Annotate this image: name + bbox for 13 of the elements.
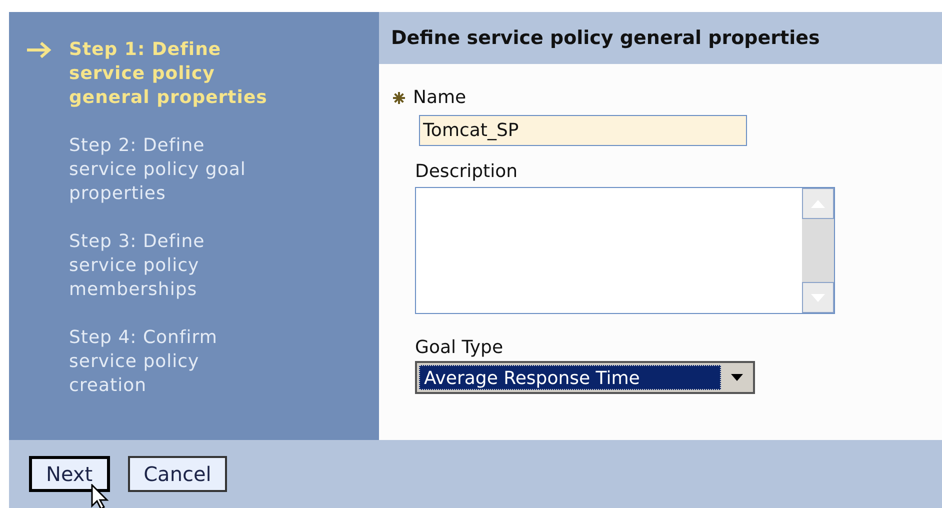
panel-header: Define service policy general properties xyxy=(379,12,942,64)
wizard-button[interactable]: Next xyxy=(29,456,110,492)
field-label: Name xyxy=(413,86,466,110)
cursor-icon xyxy=(91,484,109,508)
name-field[interactable]: Tomcat_SP xyxy=(419,115,747,146)
scroll-up-button[interactable] xyxy=(802,188,834,219)
scroll-down-button[interactable] xyxy=(802,282,834,313)
field-label: Goal Type xyxy=(415,336,504,360)
description-field[interactable] xyxy=(415,187,835,314)
field-label: Description xyxy=(415,160,519,184)
wizard-button[interactable]: Cancel xyxy=(128,456,228,492)
caret-icon xyxy=(731,374,743,381)
goal-type-dropdown[interactable]: Average Response Time xyxy=(415,361,755,394)
